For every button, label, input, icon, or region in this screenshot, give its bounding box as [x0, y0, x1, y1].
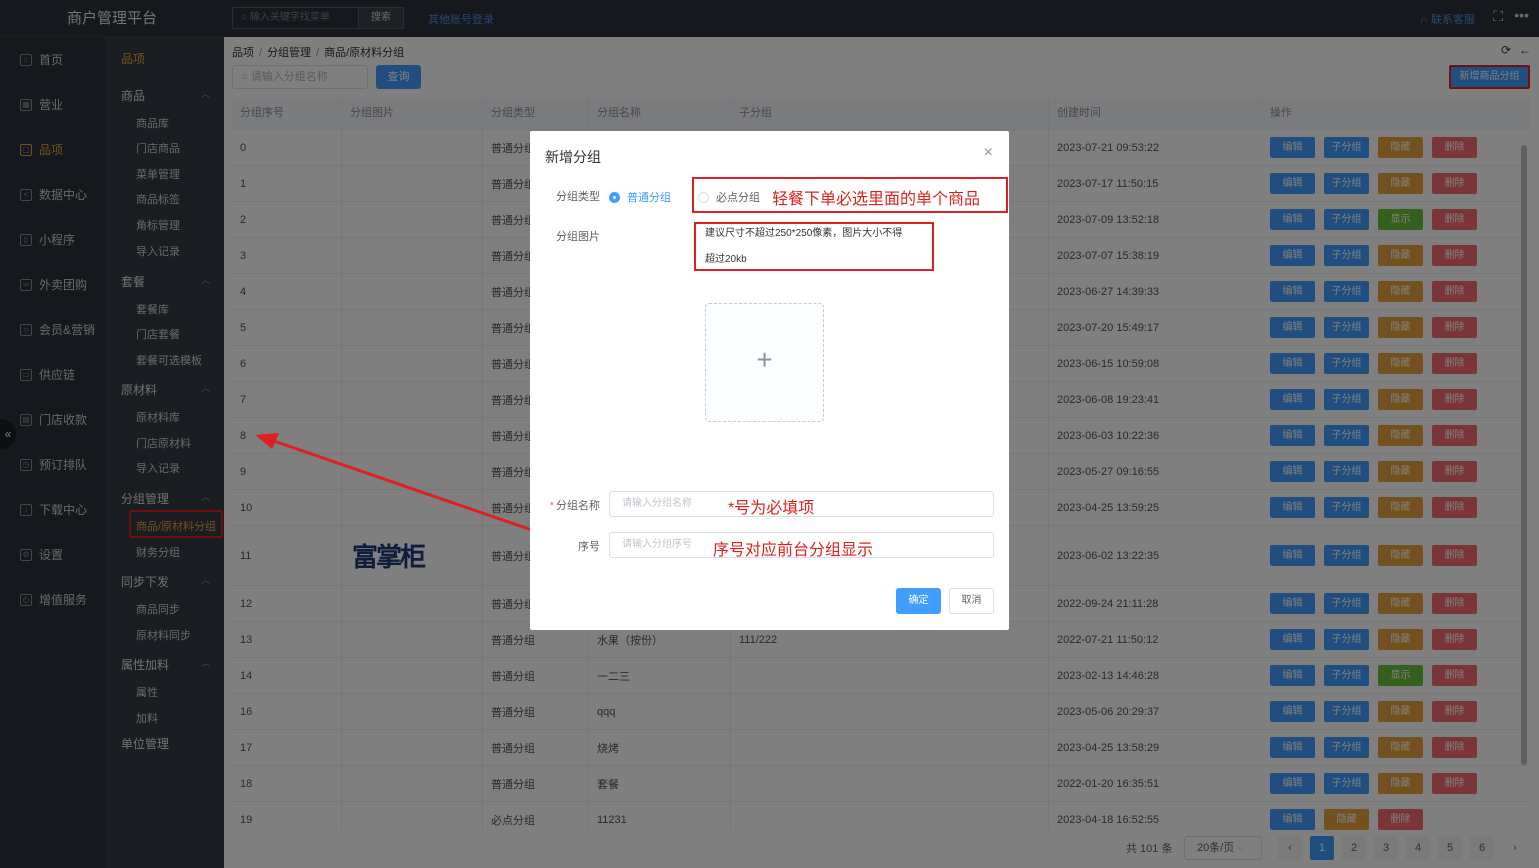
- annotation-box: [694, 222, 934, 271]
- confirm-button[interactable]: 确定: [896, 588, 941, 614]
- add-group-dialog: 新增分组 × 分组类型 普通分组 必点分组 轻餐下单必选里面的单个商品 分组图片…: [530, 131, 1009, 630]
- seq-label: 序号: [578, 541, 600, 553]
- annotation-text: 序号对应前台分组显示: [713, 542, 874, 559]
- image-upload-area[interactable]: +: [705, 303, 824, 422]
- group-image-label: 分组图片: [556, 231, 600, 243]
- dialog-title: 新增分组: [545, 149, 601, 165]
- radio-normal-group[interactable]: 普通分组: [609, 189, 671, 205]
- cancel-button[interactable]: 取消: [949, 588, 994, 614]
- plus-icon: +: [756, 344, 773, 375]
- radio-checked-icon: [609, 191, 620, 203]
- annotation-text: 轻餐下单必选里面的单个商品: [772, 191, 981, 208]
- annotation-text: *号为必填项: [728, 500, 815, 517]
- close-icon[interactable]: ×: [984, 144, 993, 162]
- group-name-label: * 分组名称: [549, 500, 600, 512]
- radio-label: 普通分组: [627, 192, 671, 204]
- group-type-label: 分组类型: [556, 191, 600, 203]
